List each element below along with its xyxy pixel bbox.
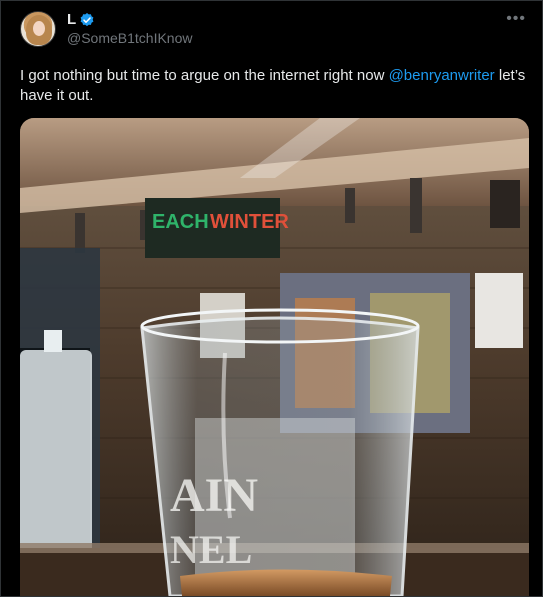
beer-remnant bbox=[180, 569, 392, 596]
tweet-header: L @SomeB1tchIKnow ••• bbox=[20, 11, 530, 47]
author-handle[interactable]: @SomeB1tchIKnow bbox=[67, 30, 193, 46]
sign-text-2: WINTER bbox=[210, 211, 289, 233]
photo-icon: EACH WINTER AIN NEL bbox=[20, 118, 529, 596]
sign-text-1: EACH bbox=[152, 211, 209, 233]
poster-notice bbox=[475, 273, 523, 348]
bottle-cap bbox=[44, 330, 62, 352]
pint-glass: AIN NEL bbox=[140, 308, 420, 596]
glass-text-2: NEL bbox=[170, 527, 252, 572]
tweet-card: L @SomeB1tchIKnow ••• I got nothing but … bbox=[0, 0, 543, 597]
tweet-photo[interactable]: EACH WINTER AIN NEL bbox=[20, 118, 529, 596]
author-name-row: L bbox=[67, 11, 95, 28]
avatar-face bbox=[33, 21, 45, 36]
glass-text-1: AIN bbox=[170, 469, 258, 522]
avatar[interactable] bbox=[20, 11, 56, 47]
verified-badge-icon bbox=[79, 12, 95, 28]
squeeze-bottle bbox=[20, 350, 92, 565]
author-name[interactable]: L bbox=[67, 11, 76, 28]
ellipsis-icon[interactable]: ••• bbox=[506, 11, 526, 27]
tweet-text-prefix: I got nothing but time to argue on the i… bbox=[20, 67, 389, 84]
tweet-text: I got nothing but time to argue on the i… bbox=[20, 66, 530, 106]
verified-badge-svg bbox=[80, 12, 94, 26]
mention-link[interactable]: @benryanwriter bbox=[389, 67, 495, 84]
